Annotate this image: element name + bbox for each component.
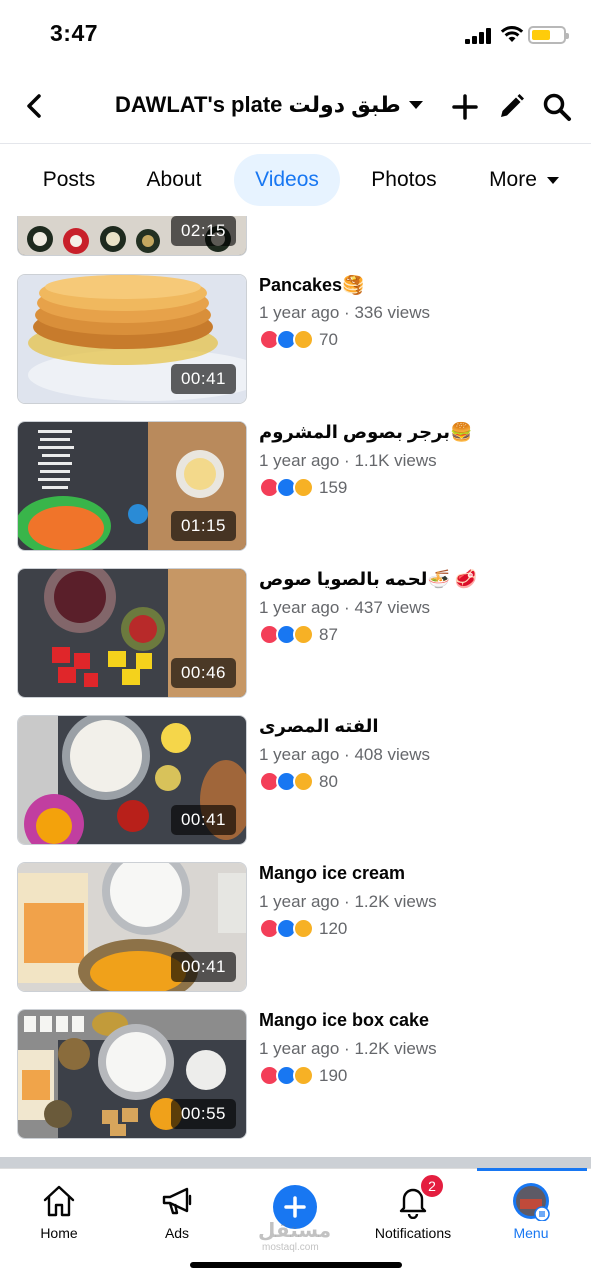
- search-icon: [543, 93, 571, 121]
- video-duration: 00:41: [170, 364, 236, 394]
- reaction-count: 120: [319, 919, 348, 938]
- video-meta: 1 year ago · 1.2K views: [259, 1039, 437, 1058]
- video-title[interactable]: Pancakes🥞: [259, 275, 364, 296]
- video-duration: 00:41: [170, 805, 236, 835]
- tab-videos[interactable]: Videos: [234, 154, 340, 206]
- nav-notifications-label: Notifications: [374, 1225, 452, 1241]
- pencil-icon: [501, 94, 524, 117]
- nav-home-label: Home: [40, 1225, 78, 1241]
- bell-icon: 2: [393, 1173, 445, 1221]
- video-title[interactable]: الفته المصرى: [259, 716, 379, 737]
- video-duration: 02:15: [170, 216, 236, 246]
- back-button[interactable]: [18, 90, 50, 122]
- reaction-icons: [259, 624, 315, 646]
- video-title[interactable]: برجر بصوص المشروم🍔: [259, 422, 472, 443]
- video-duration: 01:15: [170, 511, 236, 541]
- chevron-left-icon: [27, 94, 41, 118]
- video-reactions[interactable]: 159: [259, 477, 347, 499]
- status-bar: 3:47: [0, 0, 591, 70]
- video-duration: 00:55: [170, 1099, 236, 1129]
- video-thumbnail[interactable]: 00:41: [17, 274, 247, 404]
- video-meta: 1 year ago · 1.1K views: [259, 451, 437, 470]
- reaction-icons: [259, 771, 315, 793]
- watermark-url: mostaql.com: [262, 1242, 319, 1253]
- video-thumbnail[interactable]: 00:55: [17, 1009, 247, 1139]
- reaction-count: 80: [319, 772, 338, 791]
- plus-icon: [452, 94, 478, 120]
- tab-photos[interactable]: Photos: [356, 154, 452, 206]
- page-title-dropdown[interactable]: DAWLAT's plate طبق دولت: [115, 92, 423, 118]
- care-reaction-icon: [293, 771, 314, 792]
- home-indicator: [190, 1262, 402, 1268]
- nav-home[interactable]: Home: [0, 1169, 118, 1249]
- nav-notifications[interactable]: 2 Notifications: [354, 1169, 472, 1249]
- watermark: مستقل: [258, 1220, 332, 1242]
- reaction-count: 87: [319, 625, 338, 644]
- nav-ads-label: Ads: [164, 1225, 190, 1241]
- video-meta: 1 year ago · 408 views: [259, 745, 431, 764]
- add-button[interactable]: [448, 90, 482, 124]
- video-reactions[interactable]: 87: [259, 624, 338, 646]
- tab-more[interactable]: More: [474, 154, 574, 206]
- video-reactions[interactable]: 120: [259, 918, 347, 940]
- video-meta: 1 year ago · 1.2K views: [259, 892, 437, 911]
- megaphone-icon: [157, 1181, 197, 1221]
- care-reaction-icon: [293, 477, 314, 498]
- nav-menu[interactable]: Menu: [472, 1169, 590, 1249]
- tab-posts[interactable]: Posts: [22, 154, 116, 206]
- page-header: DAWLAT's plate طبق دولت: [0, 78, 591, 136]
- video-thumbnail[interactable]: 02:15: [17, 216, 247, 256]
- reaction-icons: [259, 1065, 315, 1087]
- notifications-badge: 2: [419, 1173, 445, 1199]
- video-title[interactable]: Mango ice cream: [259, 863, 405, 884]
- page-tabs: Posts About Videos Photos More: [0, 154, 591, 206]
- reaction-count: 70: [319, 330, 338, 349]
- video-title[interactable]: Mango ice box cake: [259, 1010, 429, 1031]
- tab-about[interactable]: About: [130, 154, 218, 206]
- status-time: 3:47: [50, 20, 99, 46]
- video-thumbnail[interactable]: 00:41: [17, 715, 247, 845]
- video-reactions[interactable]: 190: [259, 1065, 347, 1087]
- reaction-icons: [259, 329, 315, 351]
- video-title[interactable]: لحمه بالصويا صوص🍜 🥩: [259, 569, 477, 590]
- care-reaction-icon: [293, 624, 314, 645]
- page-title: DAWLAT's plate طبق دولت: [115, 92, 401, 117]
- video-meta: 1 year ago · 336 views: [259, 303, 431, 322]
- care-reaction-icon: [293, 329, 314, 350]
- reaction-count: 190: [319, 1066, 348, 1085]
- video-reactions[interactable]: 70: [259, 329, 338, 351]
- reaction-icons: [259, 477, 315, 499]
- search-button[interactable]: [540, 90, 574, 124]
- reaction-count: 159: [319, 478, 348, 497]
- edit-button[interactable]: [494, 90, 528, 124]
- menu-avatar: [511, 1181, 551, 1221]
- care-reaction-icon: [293, 918, 314, 939]
- video-thumbnail[interactable]: 00:41: [17, 862, 247, 992]
- wifi-icon: [500, 24, 524, 44]
- nav-menu-label: Menu: [513, 1225, 549, 1241]
- video-list: 02:15 00:41 Pancakes🥞 1 year ago · 336 v…: [0, 216, 591, 1156]
- video-duration: 00:46: [170, 658, 236, 688]
- battery-icon: [528, 26, 569, 44]
- video-reactions[interactable]: 80: [259, 771, 338, 793]
- tab-more-label: More: [489, 168, 537, 191]
- video-duration: 00:41: [170, 952, 236, 982]
- nav-ads[interactable]: Ads: [118, 1169, 236, 1249]
- signal-icon: [465, 28, 493, 44]
- caret-down-icon: [408, 101, 423, 109]
- care-reaction-icon: [293, 1065, 314, 1086]
- video-meta: 1 year ago · 437 views: [259, 598, 431, 617]
- video-thumbnail[interactable]: 01:15: [17, 421, 247, 551]
- header-divider: [0, 143, 591, 144]
- home-icon: [39, 1181, 79, 1221]
- reaction-icons: [259, 918, 315, 940]
- video-thumbnail[interactable]: 00:46: [17, 568, 247, 698]
- caret-down-icon: [546, 176, 559, 184]
